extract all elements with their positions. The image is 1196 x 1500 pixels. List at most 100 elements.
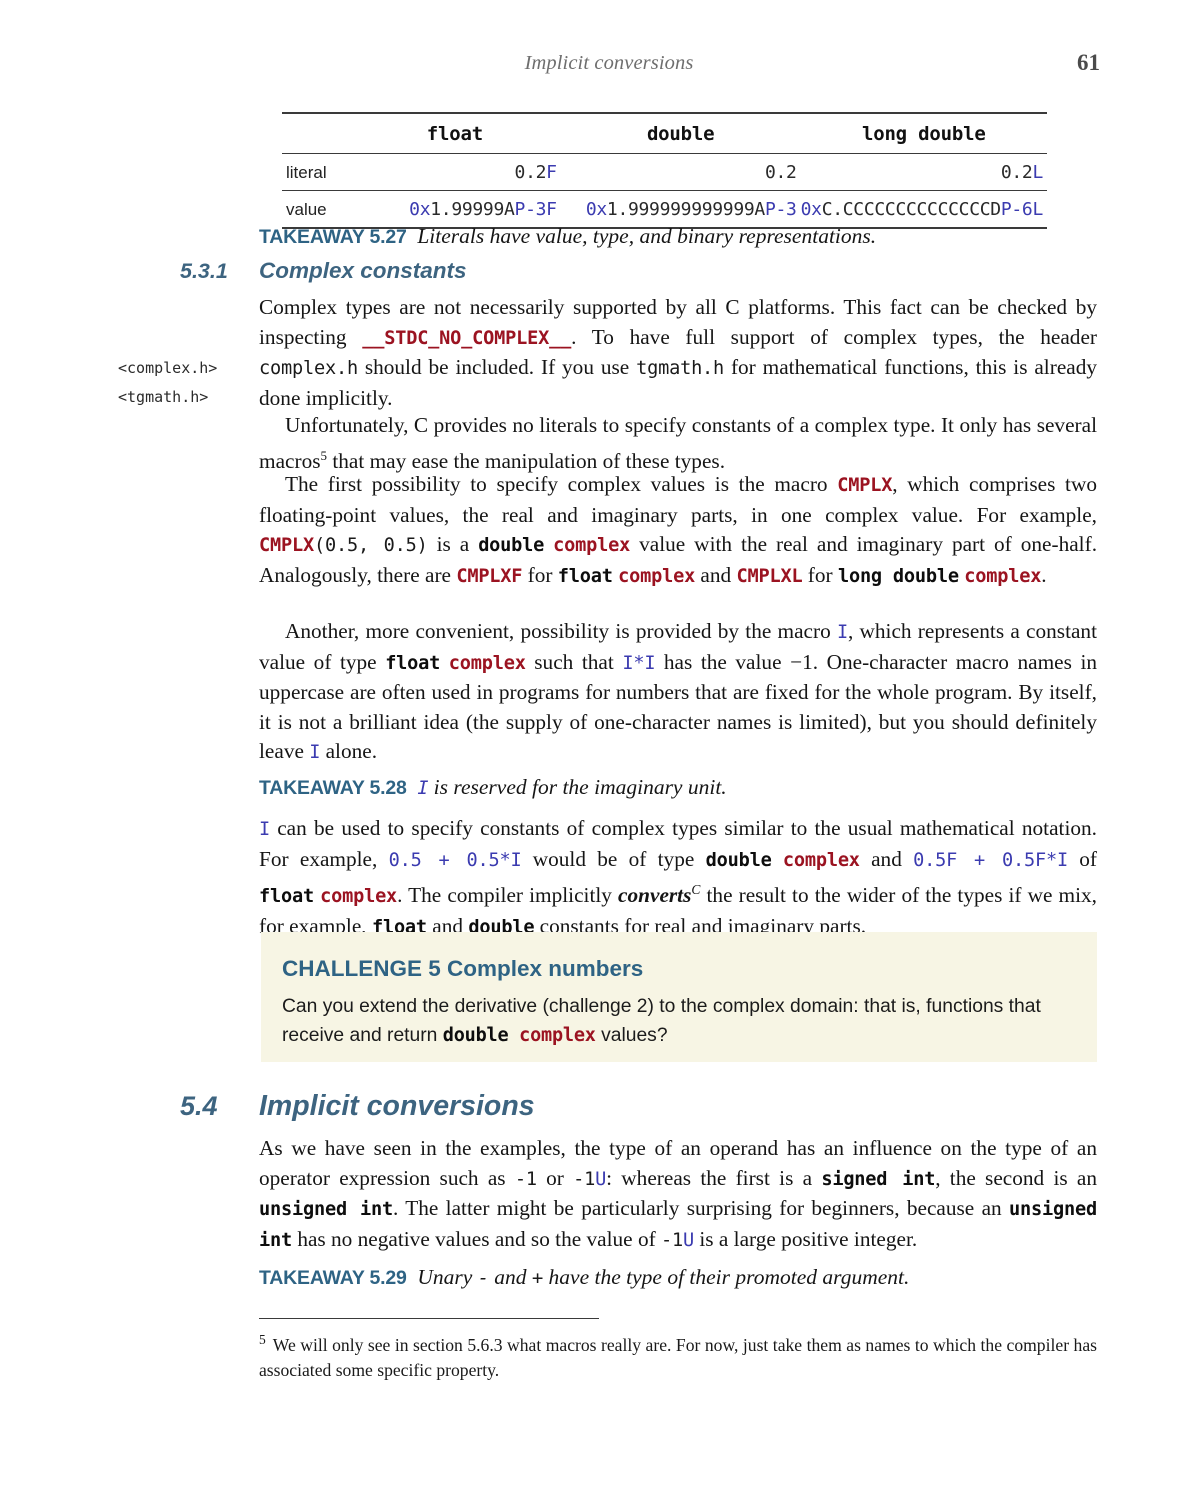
p6-s6: has no negative values and so the value … bbox=[297, 1226, 656, 1251]
literal-minus-one: -1 bbox=[514, 1168, 537, 1190]
section-heading-5-4: 5.4 Implicit conversions bbox=[180, 1090, 1080, 1123]
takeaway-text: is reserved for the imaginary unit. bbox=[433, 775, 727, 799]
type-complex: complex bbox=[553, 535, 631, 557]
p1-s3: should be included. If you use bbox=[364, 355, 630, 380]
takeaway-code-i: I bbox=[417, 778, 429, 799]
p4-s5: alone. bbox=[325, 739, 378, 764]
footnote-text: We will only see in section 5.6.3 what m… bbox=[259, 1334, 1097, 1380]
p5-s3: and bbox=[871, 846, 902, 871]
margin-note-tgmath-h: <tgmath.h> bbox=[118, 388, 209, 406]
p6-s4: , the second is an bbox=[935, 1165, 1098, 1190]
paragraph-macro-i: Another, more convenient, possibility is… bbox=[259, 617, 1097, 768]
takeaway-text-post: have the type of their promoted argument… bbox=[548, 1265, 910, 1289]
type-complex-4: complex bbox=[448, 652, 526, 674]
type-float-2: float bbox=[385, 652, 441, 674]
takeaway-text: Literals have value, type, and binary re… bbox=[417, 224, 877, 248]
p6-s2: or bbox=[546, 1165, 564, 1190]
table-row-literal: literal 0.2F 0.2 0.2L bbox=[282, 153, 1047, 191]
literal-minus-one-u-2: -1U bbox=[661, 1229, 695, 1251]
type-unsigned-int: unsigned int bbox=[259, 1199, 393, 1221]
literals-table: float double long double literal 0.2F 0.… bbox=[282, 112, 1047, 230]
operator-plus: + bbox=[531, 1267, 544, 1289]
type-double-2: double bbox=[705, 849, 772, 871]
macro-cmplx-2: CMPLX bbox=[259, 535, 314, 557]
challenge-type-double: double bbox=[442, 1025, 509, 1046]
takeaway-5-28: TAKEAWAY 5.28 I is reserved for the imag… bbox=[259, 773, 1097, 803]
cell-literal-long-double: 0.2L bbox=[800, 153, 1047, 191]
expression-half-plus-half-i: 0.5 + 0.5*I bbox=[388, 849, 522, 871]
paragraph-complex-types: Complex types are not necessarily suppor… bbox=[259, 293, 1097, 413]
footnote-5: 5 We will only see in section 5.6.3 what … bbox=[259, 1327, 1097, 1383]
macro-i-2: I bbox=[309, 742, 321, 764]
takeaway-5-27: TAKEAWAY 5.27 Literals have value, type,… bbox=[259, 222, 1097, 252]
header-complex-h: complex.h bbox=[259, 358, 358, 380]
running-head: Implicit conversions 61 bbox=[118, 50, 1100, 82]
paragraph-implicit-conversions: As we have seen in the examples, the typ… bbox=[259, 1134, 1097, 1255]
p3-s7: for bbox=[807, 562, 833, 587]
expression-halff-plus-halff-i: 0.5F + 0.5F*I bbox=[913, 849, 1068, 871]
literal-minus-one-u: -1U bbox=[573, 1168, 607, 1190]
table-col-long-double: long double bbox=[800, 112, 1047, 154]
section-number: 5.4 bbox=[180, 1091, 218, 1121]
macro-i: I bbox=[836, 622, 848, 643]
document-page: Implicit conversions 61 float double lon… bbox=[0, 0, 1196, 1500]
cell-literal-double: 0.2 bbox=[560, 153, 801, 191]
takeaway-and: and bbox=[494, 1265, 527, 1289]
table-col-double: double bbox=[560, 112, 801, 154]
section-heading-5-3-1: 5.3.1 Complex constants bbox=[180, 258, 1080, 284]
cmplx-args: (0.5, 0.5) bbox=[313, 535, 428, 557]
section-title: Complex constants bbox=[259, 258, 467, 283]
type-long-double: long double bbox=[837, 565, 959, 587]
table-header-row: float double long double bbox=[282, 112, 1047, 154]
p4-s1: Another, more convenient, possibility is… bbox=[285, 619, 831, 643]
type-complex-3: complex bbox=[964, 565, 1042, 587]
p3-s5: for bbox=[527, 562, 553, 587]
challenge-box: CHALLENGE 5 Complex numbers Can you exte… bbox=[261, 932, 1097, 1062]
p5-s4: of bbox=[1079, 846, 1097, 871]
challenge-type-complex: complex bbox=[519, 1025, 596, 1046]
p6-s5: . The latter might be particularly surpr… bbox=[392, 1196, 1002, 1221]
footnote-marker-ref: 5 bbox=[320, 447, 328, 463]
p6-s7: is a large positive integer. bbox=[699, 1226, 918, 1251]
p3-s1: The first possibility to specify complex… bbox=[285, 472, 828, 496]
takeaway-label: TAKEAWAY 5.29 bbox=[259, 1267, 407, 1289]
paragraph-i-usage: I can be used to specify constants of co… bbox=[259, 814, 1097, 942]
section-number: 5.3.1 bbox=[180, 259, 228, 283]
cell-literal-float: 0.2F bbox=[348, 153, 561, 191]
macro-cmplx: CMPLX bbox=[837, 475, 893, 496]
macro-stdc-no-complex: __STDC_NO_COMPLEX__ bbox=[362, 327, 572, 349]
type-complex-2: complex bbox=[618, 565, 696, 587]
p6-s3: : whereas the first is a bbox=[606, 1165, 813, 1190]
footnote-separator bbox=[259, 1318, 599, 1319]
type-complex-5: complex bbox=[782, 849, 860, 871]
expression-i-times-i: I*I bbox=[622, 652, 656, 674]
table-col-float: float bbox=[348, 112, 561, 154]
term-converts-superscript: C bbox=[691, 882, 701, 898]
macro-cmplxl: CMPLXL bbox=[736, 565, 803, 587]
p1-s2: . To have full support of complex types,… bbox=[571, 324, 1098, 349]
macro-i-3: I bbox=[259, 819, 270, 840]
type-signed-int: signed int bbox=[821, 1168, 936, 1190]
running-head-title: Implicit conversions bbox=[524, 52, 694, 74]
operator-minus: - bbox=[477, 1267, 489, 1289]
challenge-text-2: values? bbox=[601, 1025, 668, 1046]
p3-s6: and bbox=[700, 562, 732, 587]
type-complex-6: complex bbox=[320, 886, 398, 908]
type-float-3: float bbox=[259, 886, 314, 908]
p5-s5: . The compiler implicitly bbox=[397, 883, 612, 908]
p5-s2: would be of type bbox=[532, 846, 695, 871]
challenge-body: Can you extend the derivative (challenge… bbox=[282, 992, 1077, 1050]
paragraph-cmplx-macro: The first possibility to specify complex… bbox=[259, 470, 1097, 591]
challenge-title: CHALLENGE 5 Complex numbers bbox=[282, 956, 644, 981]
takeaway-5-29: TAKEAWAY 5.29 Unary - and + have the typ… bbox=[259, 1263, 1097, 1293]
p4-s3: such that bbox=[534, 649, 614, 674]
margin-note-complex-h: <complex.h> bbox=[118, 359, 218, 377]
term-converts: converts bbox=[618, 883, 692, 908]
footnote-marker: 5 bbox=[259, 1332, 266, 1347]
type-float: float bbox=[557, 565, 613, 587]
takeaway-label: TAKEAWAY 5.28 bbox=[259, 777, 407, 799]
section-title: Implicit conversions bbox=[259, 1090, 535, 1122]
takeaway-text-pre: Unary bbox=[417, 1265, 473, 1289]
macro-cmplxf: CMPLXF bbox=[456, 565, 523, 587]
p3-s3: is a bbox=[436, 532, 470, 557]
